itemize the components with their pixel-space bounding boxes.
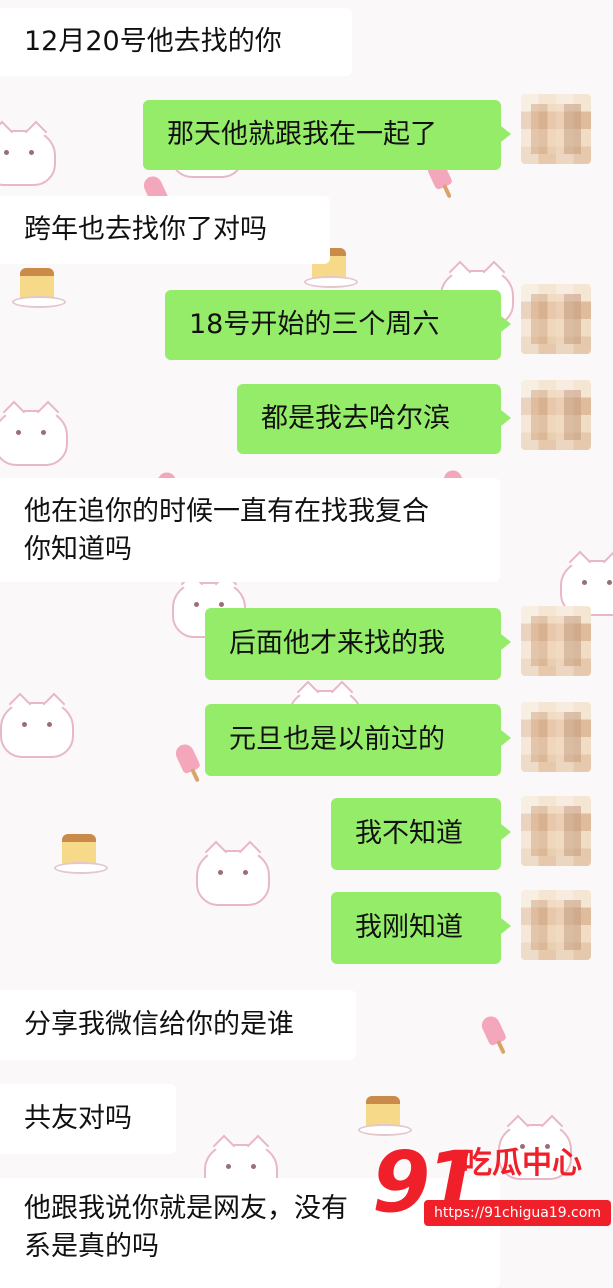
- outgoing-message[interactable]: 后面他才来找的我: [205, 608, 511, 680]
- outgoing-message[interactable]: 都是我去哈尔滨: [237, 384, 511, 454]
- incoming-message[interactable]: 12月20号他去找的你: [0, 8, 352, 76]
- message-text-line-2: 你知道吗: [24, 534, 132, 565]
- watermark-title: 吃瓜中心: [462, 1146, 582, 1181]
- popsicle-sticker-decoration: [172, 741, 202, 775]
- message-text: 后面他才来找的我: [229, 628, 445, 659]
- popsicle-sticker-decoration: [478, 1013, 508, 1047]
- pudding-sticker-decoration: [12, 268, 66, 308]
- user-avatar[interactable]: [521, 380, 591, 450]
- message-text: 跨年也去找你了对吗: [24, 214, 267, 245]
- message-text: 分享我微信给你的是谁: [24, 1009, 294, 1040]
- outgoing-message[interactable]: 18号开始的三个周六: [165, 290, 511, 360]
- incoming-message[interactable]: 他在追你的时候一直有在找我复合 你知道吗: [0, 478, 500, 582]
- user-avatar[interactable]: [521, 94, 591, 164]
- cat-sticker-decoration: [0, 692, 74, 758]
- user-avatar[interactable]: [521, 702, 591, 772]
- pudding-sticker-decoration: [54, 834, 108, 874]
- message-text: 我不知道: [355, 818, 463, 849]
- user-avatar[interactable]: [521, 796, 591, 866]
- pudding-sticker-decoration: [358, 1096, 412, 1136]
- cat-sticker-decoration: [0, 400, 68, 466]
- outgoing-message[interactable]: 元旦也是以前过的: [205, 704, 511, 776]
- site-watermark: 91 吃瓜中心 https://91chigua19.com: [372, 1138, 611, 1238]
- user-avatar[interactable]: [521, 284, 591, 354]
- message-text: 那天他就跟我在一起了: [167, 119, 437, 150]
- message-text: 18号开始的三个周六: [189, 309, 440, 340]
- outgoing-message[interactable]: 我不知道: [331, 798, 511, 870]
- message-text: 12月20号他去找的你: [24, 26, 282, 57]
- watermark-url: https://91chigua19.com: [424, 1200, 611, 1226]
- message-text: 都是我去哈尔滨: [261, 403, 450, 434]
- incoming-message[interactable]: 跨年也去找你了对吗: [0, 196, 330, 264]
- cat-sticker-decoration: [0, 120, 56, 186]
- cat-sticker-decoration: [196, 840, 270, 906]
- incoming-message[interactable]: 共友对吗: [0, 1084, 176, 1154]
- user-avatar[interactable]: [521, 606, 591, 676]
- message-text: 我刚知道: [355, 912, 463, 943]
- message-text: 共友对吗: [24, 1103, 132, 1134]
- message-text: 他在追你的时候一直有在找我复合: [24, 496, 429, 527]
- outgoing-message[interactable]: 我刚知道: [331, 892, 511, 964]
- incoming-message[interactable]: 分享我微信给你的是谁: [0, 990, 356, 1060]
- user-avatar[interactable]: [521, 890, 591, 960]
- message-text: 元旦也是以前过的: [229, 724, 445, 755]
- outgoing-message[interactable]: 那天他就跟我在一起了: [143, 100, 511, 170]
